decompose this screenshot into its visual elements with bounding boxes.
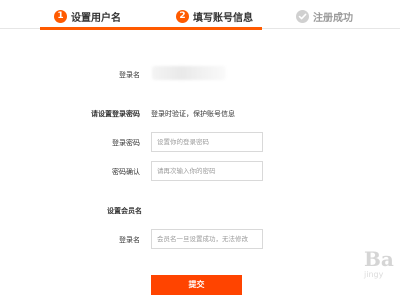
- watermark-small-text: jingy: [364, 270, 384, 279]
- confirm-password-label: 密码确认: [112, 168, 140, 176]
- step-2-label: 填写账号信息: [193, 12, 253, 24]
- step-1-number: 1: [54, 9, 67, 23]
- step-1: 1 设置用户名: [54, 8, 121, 24]
- step-3-label: 注册成功: [313, 12, 353, 24]
- password-section-note: 登录时验证，保护账号信息: [151, 110, 235, 118]
- step-1-label: 设置用户名: [71, 12, 121, 24]
- member-section-label: 设置会员名: [107, 207, 142, 215]
- watermark-large-text: Ba: [364, 247, 394, 271]
- registration-steps: 1 设置用户名 2 填写账号信息 注册成功: [0, 0, 400, 32]
- submit-button[interactable]: 提交: [151, 275, 242, 295]
- username-label: 登录名: [119, 71, 140, 79]
- member-name-label: 登录名: [119, 236, 140, 244]
- username-value-blurred: [152, 66, 226, 80]
- password-input[interactable]: [151, 132, 263, 152]
- watermark-logo: Ba jingy: [364, 248, 400, 292]
- member-name-input[interactable]: [151, 229, 263, 249]
- step-2: 2 填写账号信息: [176, 8, 253, 24]
- step-2-number: 2: [176, 9, 189, 23]
- confirm-password-input[interactable]: [151, 161, 263, 181]
- password-section-label: 请设置登录密码: [91, 110, 140, 118]
- password-label: 登录密码: [112, 139, 140, 147]
- step-3: 注册成功: [296, 8, 353, 24]
- check-icon: [296, 9, 309, 23]
- step-progress-fill: [40, 27, 262, 30]
